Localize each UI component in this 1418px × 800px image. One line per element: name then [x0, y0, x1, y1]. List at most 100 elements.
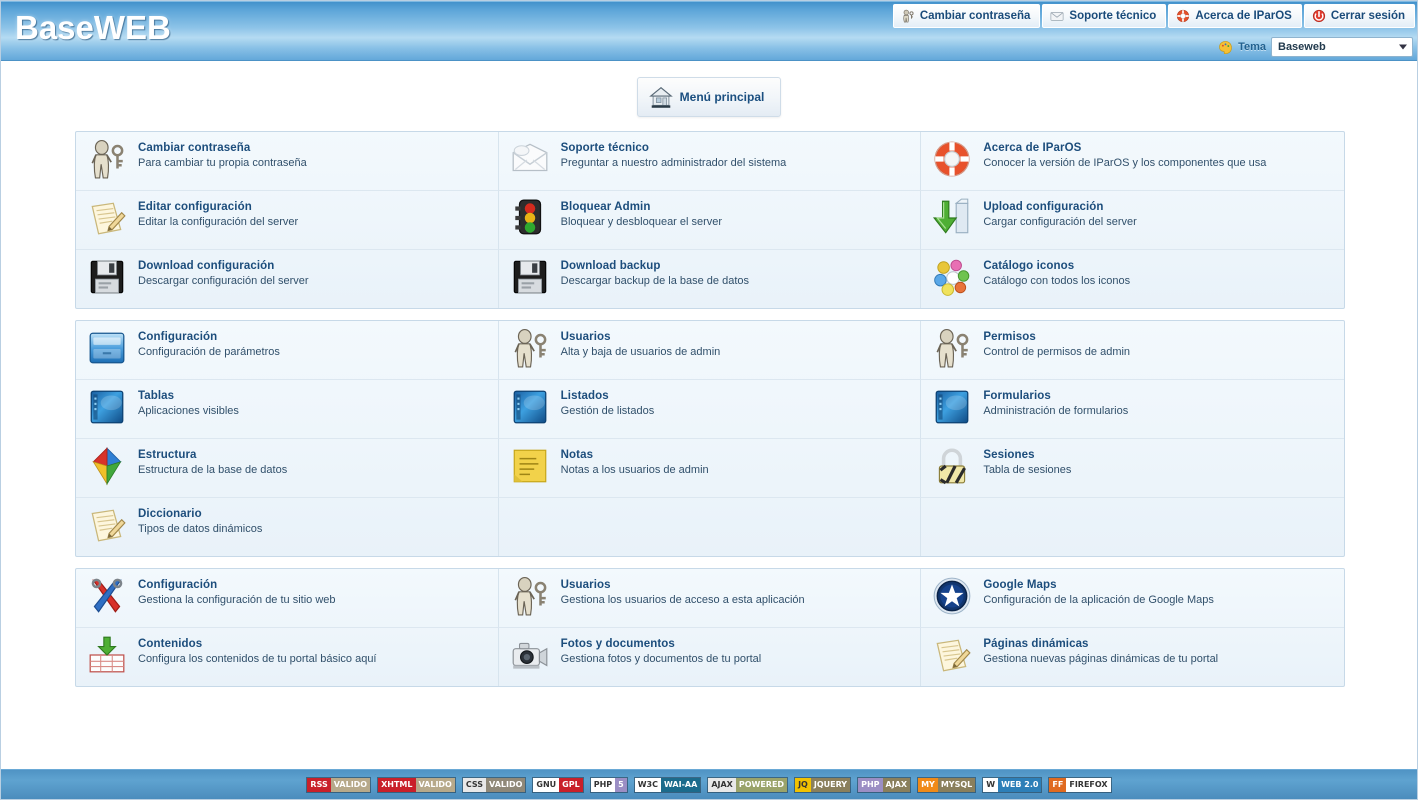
header-button-about[interactable]: Acerca de IParOS: [1168, 4, 1302, 28]
import-table-icon: [86, 634, 132, 680]
footer-badge[interactable]: PHP 5: [589, 776, 628, 793]
menu-cell-title: Notas: [560, 449, 594, 461]
globe-badge-icon: [931, 575, 977, 621]
menu-cell[interactable]: Diccionario Tipos de datos dinámicos: [76, 498, 499, 556]
menu-cell-title: Diccionario: [138, 508, 202, 520]
footer-badge[interactable]: JQ JQUERY: [794, 776, 852, 793]
footer-badge-right: MYSQL: [937, 777, 976, 792]
menu-cell[interactable]: Notas Notas a los usuarios de admin: [498, 439, 922, 498]
footer-badge[interactable]: CSS VALIDO: [461, 776, 527, 793]
menu-cell[interactable]: Catálogo iconos Catálogo con todos los ic…: [921, 250, 1344, 308]
footer-badge[interactable]: GNU GPL: [532, 776, 584, 793]
menu-cell-title: Usuarios: [560, 331, 611, 343]
menu-cell[interactable]: Sesiones Tabla de sesiones: [921, 439, 1344, 498]
footer-badge[interactable]: PHP AJAX: [857, 776, 912, 793]
menu-cell-text: Bloquear Admin Bloquear y desbloquear el …: [561, 197, 722, 230]
footer-badge-left: AJAX: [708, 777, 736, 792]
camera-icon: [509, 634, 555, 680]
menu-cell-text: Formularios Administración de formularios: [983, 386, 1128, 419]
menu-cell[interactable]: Download backup Descargar backup de la ba…: [499, 250, 922, 308]
menu-cell-description: Control de permisos de admin: [983, 346, 1131, 359]
menu-cell-title: Configuración: [138, 331, 218, 343]
color-balls-icon: [931, 256, 977, 302]
user-key-icon: [86, 138, 132, 184]
footer-badge-bar: RSS VALIDO XHTML VALIDO CSS VALIDO GNU GPL PHP 5 W…: [1, 769, 1417, 799]
padlock-icon: [931, 445, 977, 491]
menu-cell[interactable]: Upload configuración Cargar configuración…: [921, 191, 1344, 250]
menu-cell[interactable]: Fotos y documentos Gestiona fotos y docum…: [499, 628, 922, 686]
palette-icon: [1218, 40, 1233, 55]
menu-cell-description: Catálogo con todos los iconos: [983, 275, 1131, 288]
footer-badge-right: FIREFOX: [1066, 777, 1111, 792]
footer-badge[interactable]: FF FIREFOX: [1048, 776, 1112, 793]
menu-cell[interactable]: Cambiar contraseña Para cambiar tu propia…: [76, 132, 499, 191]
menu-cell-description: Gestiona nuevas páginas dinámicas de tu …: [983, 653, 1219, 666]
footer-badge[interactable]: W WEB 2.0: [982, 776, 1043, 793]
menu-cell[interactable]: Tablas Aplicaciones visibles: [76, 380, 499, 439]
menu-cell[interactable]: Soporte técnico Preguntar a nuestro admin…: [498, 132, 922, 191]
footer-badge[interactable]: MY MYSQL: [917, 776, 977, 793]
user-key-icon: [931, 327, 977, 373]
menu-cell[interactable]: Acerca de IParOS Conocer la versión de IP…: [921, 132, 1344, 191]
footer-badge-left: MY: [918, 777, 938, 792]
menu-cell-title: Editar configuración: [138, 201, 252, 213]
footer-badge-left: FF: [1049, 777, 1067, 792]
menu-cell-text: Estructura Estructura de la base de datos: [138, 445, 287, 478]
menu-cell-description: Bloquear y desbloquear el server: [560, 216, 723, 229]
footer-badge[interactable]: AJAX POWERED: [707, 776, 789, 793]
menu-cell-text: Configuración Configuración de parámetros: [138, 327, 280, 360]
menu-cell-title: Download configuración: [138, 260, 275, 272]
notepad-pencil-icon: [86, 504, 132, 550]
menu-cell[interactable]: Bloquear Admin Bloquear y desbloquear el …: [498, 191, 922, 250]
menu-cell[interactable]: Configuración Gestiona la configuración d…: [76, 569, 499, 628]
menu-cell[interactable]: Listados Gestión de listados: [498, 380, 922, 439]
theme-select[interactable]: Baseweb: [1271, 37, 1413, 57]
menu-cell[interactable]: Contenidos Configura los contenidos de tu…: [76, 628, 499, 686]
menu-cell-description: Para cambiar tu propia contraseña: [138, 157, 307, 170]
envelope-icon: [1050, 9, 1064, 23]
menu-cell-description: Configuración de la aplicación de Google…: [983, 594, 1214, 607]
menu-cell-text: Tablas Aplicaciones visibles: [138, 386, 239, 419]
menu-cell[interactable]: Permisos Control de permisos de admin: [921, 321, 1344, 380]
menu-cell-title: Upload configuración: [983, 201, 1104, 213]
footer-badge[interactable]: W3C WAI-AA: [633, 776, 702, 793]
menu-cell-title: Soporte técnico: [560, 142, 650, 154]
envelope-icon: [509, 138, 555, 184]
logout-icon: [1312, 9, 1326, 23]
menu-cell[interactable]: Usuarios Gestiona los usuarios de acceso …: [498, 569, 922, 628]
footer-badge-right: WAI-AA: [660, 777, 701, 792]
menu-cell-empty: [499, 498, 922, 556]
menu-cell-description: Editar la configuración del server: [138, 216, 299, 229]
menu-cell-title: Listados: [560, 390, 609, 402]
menu-cell-description: Gestiona la configuración de tu sitio we…: [138, 594, 336, 607]
color-diamond-icon: [86, 445, 132, 491]
menu-cell[interactable]: Google Maps Configuración de la aplicació…: [921, 569, 1344, 628]
menu-cell-description: Notas a los usuarios de admin: [560, 464, 709, 477]
menu-cell-text: Download configuración Descargar configur…: [138, 256, 309, 289]
menu-cell[interactable]: Formularios Administración de formularios: [921, 380, 1344, 439]
menu-cell[interactable]: Usuarios Alta y baja de usuarios de admin: [498, 321, 922, 380]
blue-window-icon: [931, 386, 977, 432]
menu-cell-description: Administración de formularios: [983, 405, 1129, 418]
blue-window-icon: [86, 386, 132, 432]
footer-badge[interactable]: XHTML VALIDO: [377, 776, 456, 793]
menu-cell[interactable]: Páginas dinámicas Gestiona nuevas páginas…: [921, 628, 1344, 686]
menu-cell-description: Cargar configuración del server: [983, 216, 1137, 229]
theme-selector-row: Tema Baseweb: [1218, 37, 1413, 57]
menu-cell[interactable]: Estructura Estructura de la base de datos: [76, 439, 499, 498]
header-button-support[interactable]: Soporte técnico: [1042, 4, 1167, 28]
sticky-note-icon: [509, 445, 555, 491]
menu-cell-text: Acerca de IParOS Conocer la versión de IP…: [983, 138, 1266, 171]
menu-cell-title: Configuración: [138, 579, 218, 591]
header-button-logout[interactable]: Cerrar sesión: [1303, 4, 1415, 28]
menu-cell-text: Permisos Control de permisos de admin: [983, 327, 1130, 360]
footer-badge[interactable]: RSS VALIDO: [306, 776, 372, 793]
header-button-label: Soporte técnico: [1069, 10, 1157, 22]
menu-cell[interactable]: Download configuración Descargar configur…: [76, 250, 499, 308]
header-button-change-password[interactable]: Cambiar contraseña: [892, 4, 1041, 28]
header-button-label: Cambiar contraseña: [919, 10, 1031, 22]
menu-cell[interactable]: Configuración Configuración de parámetros: [76, 321, 499, 380]
menu-cell[interactable]: Editar configuración Editar la configurac…: [76, 191, 499, 250]
menu-cell-title: Contenidos: [138, 638, 203, 650]
main-menu-button[interactable]: Menú principal: [636, 77, 782, 117]
